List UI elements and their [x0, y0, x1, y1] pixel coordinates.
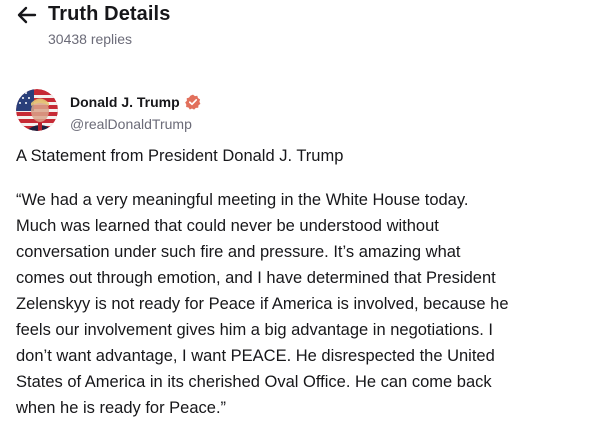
avatar-image: [16, 89, 58, 131]
author-handle[interactable]: @realDonaldTrump: [70, 115, 192, 133]
page-title: Truth Details: [48, 3, 171, 25]
back-button[interactable]: [14, 3, 40, 27]
post-body: “We had a very meaningful meeting in the…: [16, 191, 509, 417]
page-header: Truth Details 30438 replies: [0, 0, 599, 60]
verified-badge-icon: [184, 94, 201, 110]
author-name[interactable]: Donald J. Trump: [70, 93, 180, 111]
arrow-left-icon: [17, 6, 37, 24]
post-heading: A Statement from President Donald J. Tru…: [16, 147, 344, 165]
avatar[interactable]: [16, 89, 58, 131]
reply-count: 30438 replies: [48, 31, 133, 47]
post-author: Donald J. Trump @realDonaldTrump: [16, 88, 576, 136]
author-name-row: Donald J. Trump: [70, 93, 201, 111]
